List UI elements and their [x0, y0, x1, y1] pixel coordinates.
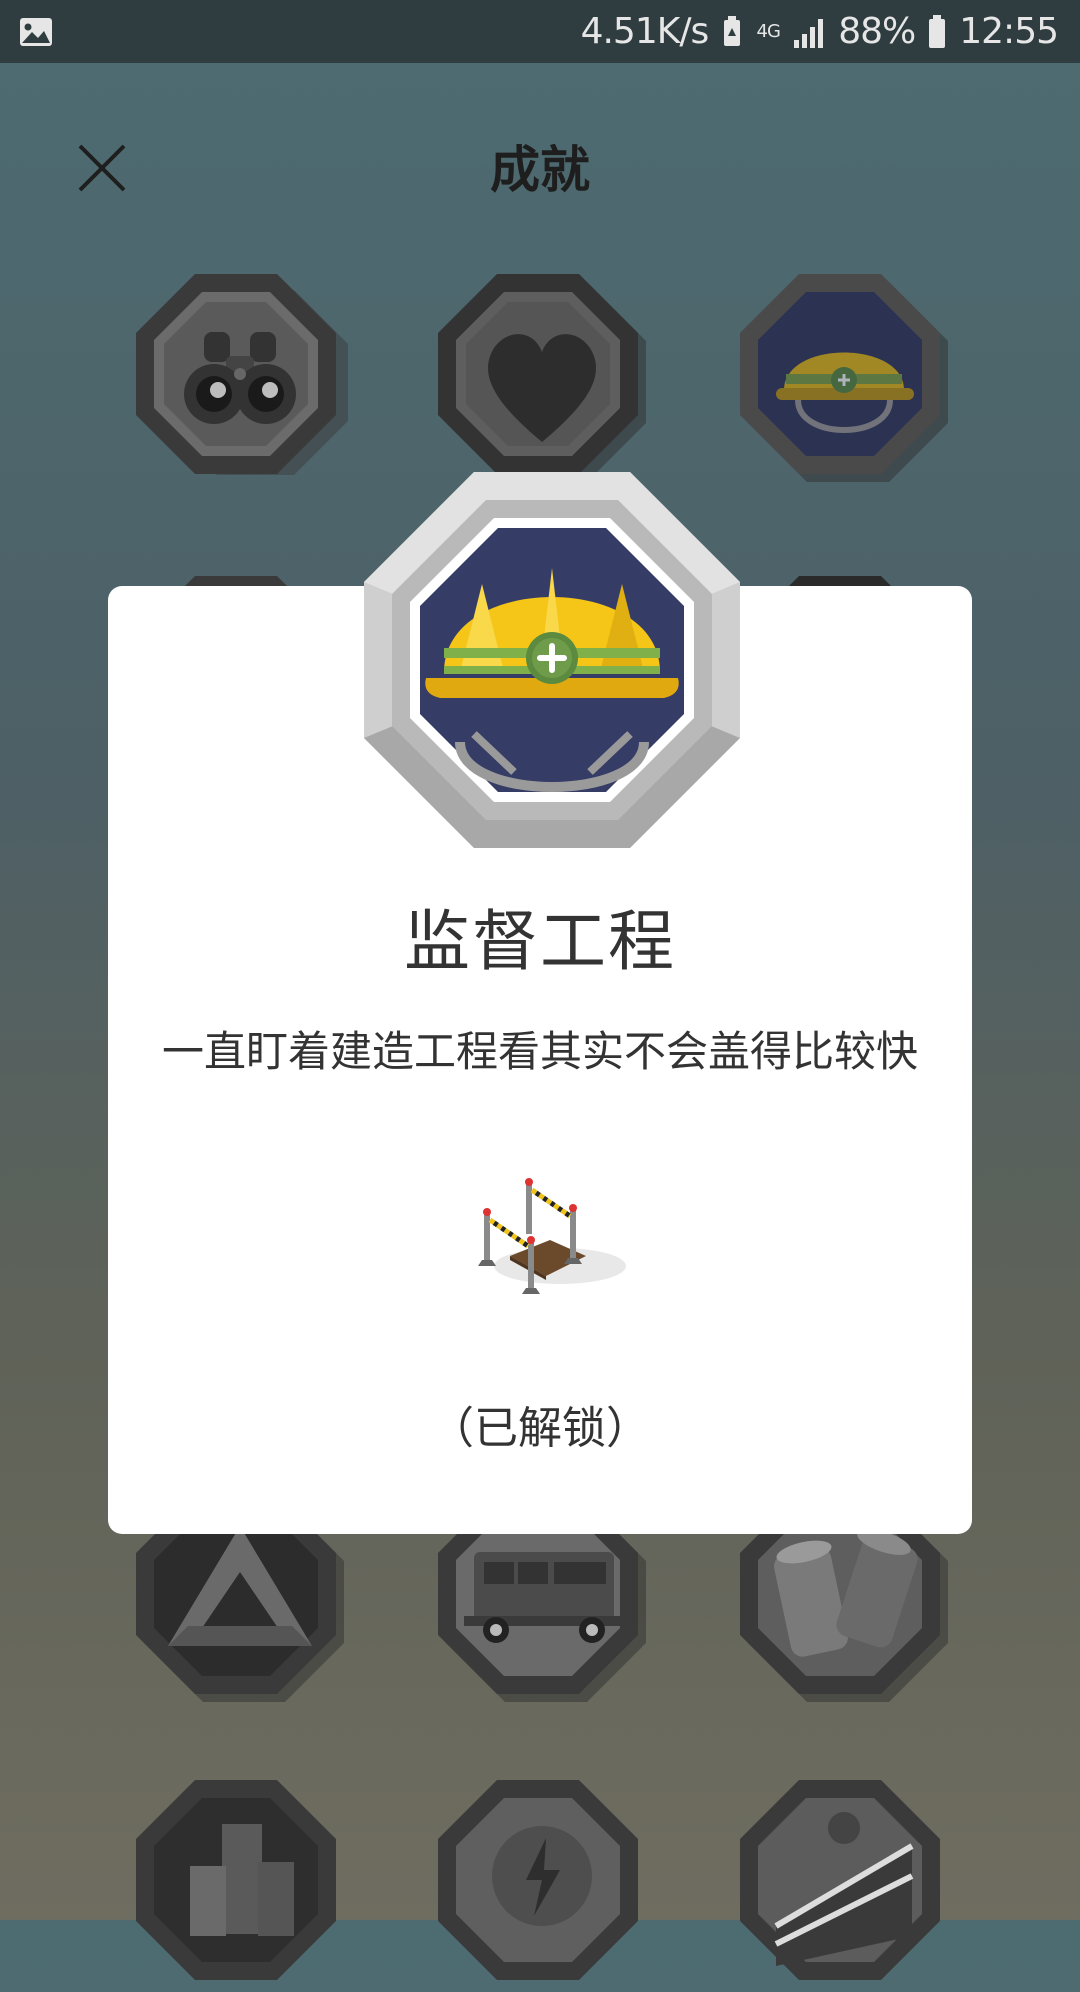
- network-speed: 4.51K/s: [580, 11, 710, 52]
- clock: 12:55: [959, 11, 1059, 52]
- network-4g-icon: 4G: [756, 20, 781, 42]
- status-bar: 4.51K/s 4G 88% 12:55: [0, 0, 1080, 63]
- badge-cake[interactable]: [736, 1776, 952, 1992]
- badge-helmet[interactable]: [736, 270, 952, 486]
- dialog-badge: [364, 472, 740, 848]
- construction-site-icon: [470, 1176, 630, 1306]
- battery-saver-icon: [724, 15, 741, 46]
- battery-icon: [929, 14, 946, 48]
- page-title: 成就: [490, 141, 590, 199]
- signal-icon: [794, 18, 824, 48]
- dialog-title: 监督工程: [404, 903, 676, 980]
- dialog-description: 一直盯着建造工程看其实不会盖得比较快: [161, 1027, 918, 1076]
- image-icon: [20, 18, 52, 46]
- lightbulb-icon: [492, 1826, 592, 1926]
- badge-lightbulb[interactable]: [434, 1776, 650, 1992]
- unlock-status: （已解锁）: [430, 1403, 650, 1454]
- badge-heart[interactable]: [434, 270, 650, 486]
- battery-percent: 88%: [838, 11, 916, 52]
- badge-buildings[interactable]: [132, 1776, 348, 1992]
- badge-binoculars[interactable]: [132, 270, 348, 486]
